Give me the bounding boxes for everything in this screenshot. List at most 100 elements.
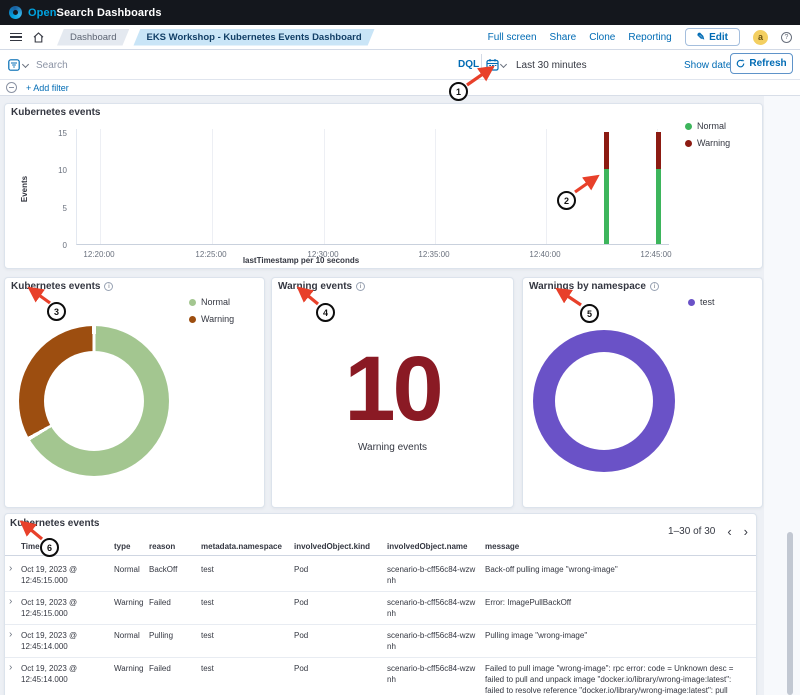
cell-reason: BackOff bbox=[149, 564, 201, 586]
cell-name: scenario-b-cff56c84-wzwnh bbox=[387, 564, 485, 586]
cell-name: scenario-b-cff56c84-wzwnh bbox=[387, 663, 485, 695]
panel-title[interactable]: Warning eventsi bbox=[278, 281, 365, 292]
nav-actions: Full screen Share Clone Reporting ✎ Edit… bbox=[488, 28, 792, 46]
annotation-circle-1: 1 bbox=[449, 82, 468, 101]
table-row: › Oct 19, 2023 @ 12:45:14.000 Normal Pul… bbox=[5, 625, 756, 658]
full-screen-link[interactable]: Full screen bbox=[488, 32, 537, 43]
cell-kind: Pod bbox=[294, 597, 387, 619]
search-input[interactable] bbox=[36, 54, 446, 76]
legend-item-normal[interactable]: Normal bbox=[189, 297, 234, 307]
cell-reason: Failed bbox=[149, 597, 201, 619]
table-body: › Oct 19, 2023 @ 12:45:15.000 Normal Bac… bbox=[5, 559, 756, 695]
panel-kubernetes-events-histogram: Kubernetes events Events 15 10 5 0 bbox=[4, 103, 763, 269]
filter-options-icon[interactable] bbox=[6, 82, 17, 93]
cell-type: Warning bbox=[114, 663, 149, 695]
reporting-link[interactable]: Reporting bbox=[628, 32, 671, 43]
y-tick: 15 bbox=[45, 129, 67, 138]
info-icon[interactable]: i bbox=[104, 282, 113, 291]
info-icon[interactable]: i bbox=[356, 282, 365, 291]
clone-link[interactable]: Clone bbox=[589, 32, 615, 43]
column-message[interactable]: message bbox=[485, 542, 748, 551]
column-kind[interactable]: involvedObject.kind bbox=[294, 542, 387, 551]
panel-title[interactable]: Warnings by namespacei bbox=[529, 281, 659, 292]
panel-kubernetes-events-table: Kubernetes events 1–30 of 30 ‹ › Time ▼ … bbox=[4, 513, 757, 695]
expand-row-icon[interactable]: › bbox=[5, 663, 21, 695]
add-filter-link[interactable]: + Add filter bbox=[26, 83, 69, 93]
table-row: › Oct 19, 2023 @ 12:45:15.000 Warning Fa… bbox=[5, 592, 756, 625]
namespace-donut-chart[interactable] bbox=[533, 330, 675, 472]
column-reason[interactable]: reason bbox=[149, 542, 201, 551]
expand-row-icon[interactable]: › bbox=[5, 597, 21, 619]
stacked-bar-1242[interactable] bbox=[604, 132, 609, 244]
cell-time: Oct 19, 2023 @ 12:45:14.000 bbox=[21, 630, 114, 652]
cell-message: Pulling image "wrong-image" bbox=[485, 630, 748, 652]
refresh-icon bbox=[736, 59, 745, 68]
cell-namespace: test bbox=[201, 564, 294, 586]
next-page-icon[interactable]: › bbox=[744, 527, 748, 537]
cell-message: Back-off pulling image "wrong-image" bbox=[485, 564, 748, 586]
opensearch-dashboards-screen: OpenSearch Dashboards Dashboard EKS Work… bbox=[0, 0, 800, 695]
avatar[interactable]: a bbox=[753, 30, 768, 45]
legend-item-warning[interactable]: Warning bbox=[189, 314, 234, 324]
menu-icon[interactable] bbox=[10, 33, 22, 42]
expander-header bbox=[5, 542, 21, 551]
panel-title[interactable]: Kubernetes events bbox=[11, 107, 100, 118]
breadcrumb-dashboard[interactable]: Dashboard bbox=[57, 29, 129, 46]
gridline bbox=[324, 129, 325, 244]
column-namespace[interactable]: metadata.namespace bbox=[201, 542, 294, 551]
column-time[interactable]: Time ▼ bbox=[21, 542, 114, 551]
gridline bbox=[212, 129, 213, 244]
gridline bbox=[100, 129, 101, 244]
panel-title[interactable]: Kubernetes eventsi bbox=[11, 281, 113, 292]
bar-segment-warning[interactable] bbox=[604, 132, 609, 169]
donut-hole bbox=[555, 352, 653, 450]
events-donut-chart[interactable] bbox=[19, 326, 169, 476]
stacked-bar-1245[interactable] bbox=[656, 132, 661, 244]
previous-page-icon[interactable]: ‹ bbox=[727, 527, 731, 537]
legend-item-normal[interactable]: Normal bbox=[685, 121, 730, 131]
pagination: 1–30 of 30 ‹ › bbox=[668, 526, 748, 537]
scrollbar-thumb[interactable] bbox=[787, 532, 793, 695]
x-tick: 12:45:00 bbox=[631, 250, 681, 259]
cell-message: Failed to pull image "wrong-image": rpc … bbox=[485, 663, 748, 695]
dql-button[interactable]: DQL bbox=[458, 59, 479, 70]
cell-message: Error: ImagePullBackOff bbox=[485, 597, 748, 619]
column-name[interactable]: involvedObject.name bbox=[387, 542, 485, 551]
home-icon[interactable] bbox=[32, 31, 45, 44]
brand-title: OpenSearch Dashboards bbox=[28, 7, 162, 19]
bar-segment-normal[interactable] bbox=[604, 169, 609, 244]
cell-reason: Failed bbox=[149, 663, 201, 695]
query-divider bbox=[481, 54, 482, 76]
warning-dot-icon bbox=[189, 316, 196, 323]
y-axis-title: Events bbox=[20, 154, 30, 224]
refresh-button[interactable]: Refresh bbox=[730, 53, 793, 74]
show-dates-link[interactable]: Show dates bbox=[684, 60, 736, 71]
saved-query-icon[interactable] bbox=[8, 59, 20, 71]
cell-time: Oct 19, 2023 @ 12:45:15.000 bbox=[21, 597, 114, 619]
cell-reason: Pulling bbox=[149, 630, 201, 652]
info-icon[interactable]: i bbox=[650, 282, 659, 291]
bar-segment-normal[interactable] bbox=[656, 169, 661, 244]
share-link[interactable]: Share bbox=[550, 32, 577, 43]
column-type[interactable]: type bbox=[114, 542, 149, 551]
legend-item-test[interactable]: test bbox=[688, 297, 715, 307]
cell-time: Oct 19, 2023 @ 12:45:14.000 bbox=[21, 663, 114, 695]
panel-warning-events-metric: Warning eventsi 10 Warning events bbox=[271, 277, 514, 508]
expand-row-icon[interactable]: › bbox=[5, 564, 21, 586]
namespace-dot-icon bbox=[688, 299, 695, 306]
breadcrumb-current-dashboard: EKS Workshop - Kubernetes Events Dashboa… bbox=[133, 29, 374, 46]
help-icon[interactable]: ? bbox=[781, 32, 792, 43]
namespace-legend: test bbox=[688, 297, 715, 307]
x-tick: 12:40:00 bbox=[520, 250, 570, 259]
bar-segment-warning[interactable] bbox=[656, 132, 661, 169]
cell-name: scenario-b-cff56c84-wzwnh bbox=[387, 597, 485, 619]
panel-title[interactable]: Kubernetes events bbox=[10, 518, 99, 529]
legend-item-warning[interactable]: Warning bbox=[685, 138, 730, 148]
cell-namespace: test bbox=[201, 630, 294, 652]
calendar-icon[interactable] bbox=[486, 58, 499, 71]
time-range-value[interactable]: Last 30 minutes bbox=[516, 60, 587, 71]
dashboard-right-gutter bbox=[764, 96, 800, 695]
expand-row-icon[interactable]: › bbox=[5, 630, 21, 652]
edit-button[interactable]: ✎ Edit bbox=[685, 28, 740, 46]
warning-count-value: 10 bbox=[272, 354, 513, 426]
